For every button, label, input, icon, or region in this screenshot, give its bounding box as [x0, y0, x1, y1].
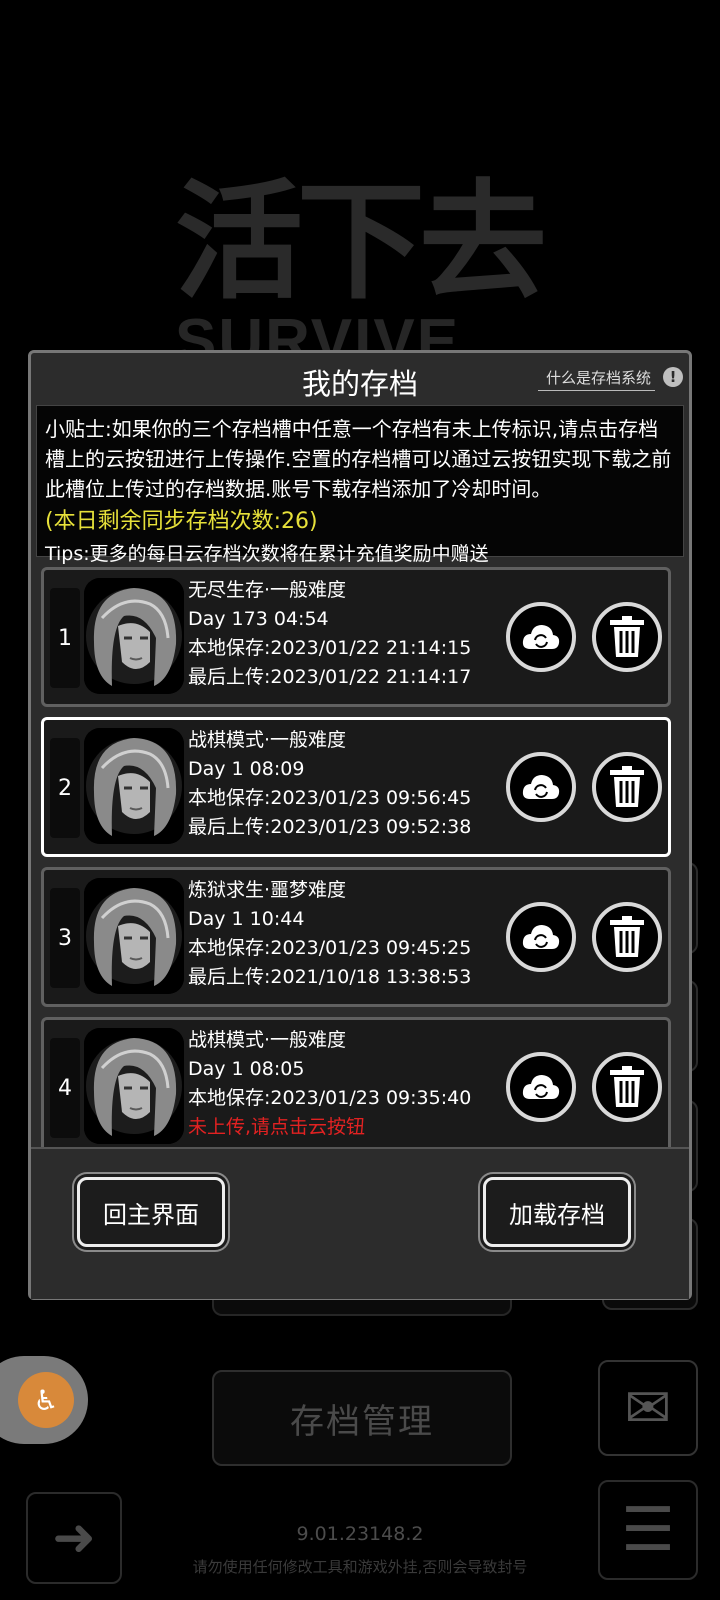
- save-dialog: 我的存档 什么是存档系统 ! 小贴士:如果你的三个存档槽中任意一个存档有未上传标…: [28, 350, 692, 1300]
- slot-local-save: 本地保存:2023/01/23 09:35:40: [188, 1087, 472, 1109]
- slot-info: 炼狱求生·噩梦难度 Day 1 10:44 本地保存:2023/01/23 09…: [188, 876, 488, 992]
- tip-box: 小贴士:如果你的三个存档槽中任意一个存档有未上传标识,请点击存档槽上的云按钮进行…: [36, 405, 684, 565]
- cloud-sync-button[interactable]: [506, 902, 576, 972]
- tip-text: 小贴士:如果你的三个存档槽中任意一个存档有未上传标识,请点击存档槽上的云按钮进行…: [45, 417, 672, 501]
- slot-last-upload: 最后上传:2023/01/22 21:14:17: [188, 666, 472, 688]
- slot-info: 无尽生存·一般难度 Day 173 04:54 本地保存:2023/01/22 …: [188, 576, 488, 692]
- cloud-sync-icon: [522, 1075, 560, 1099]
- save-slot[interactable]: 1 无尽生存·一般难度 Day 173 04:54 本地保存:2023/01/2…: [41, 567, 671, 707]
- save-slot-list[interactable]: 1 无尽生存·一般难度 Day 173 04:54 本地保存:2023/01/2…: [36, 561, 684, 1151]
- slot-day: Day 1 08:05: [188, 1058, 305, 1080]
- delete-button[interactable]: [592, 602, 662, 672]
- slot-info: 战棋模式·一般难度 Day 1 08:09 本地保存:2023/01/23 09…: [188, 726, 488, 842]
- accessibility-button[interactable]: ♿: [0, 1356, 88, 1444]
- save-slot[interactable]: 2 战棋模式·一般难度 Day 1 08:09 本地保存:2023/01/23 …: [41, 717, 671, 857]
- slot-last-upload: 最后上传:2023/01/23 09:52:38: [188, 816, 472, 838]
- game-logo: 活下去 SURVIVE: [175, 167, 555, 376]
- slot-mode: 无尽生存·一般难度: [188, 579, 347, 601]
- home-button[interactable]: 回主界面: [77, 1177, 225, 1247]
- cloud-sync-icon: [522, 625, 560, 649]
- accessibility-icon: ♿: [18, 1372, 74, 1428]
- slot-local-save: 本地保存:2023/01/22 21:14:15: [188, 637, 472, 659]
- character-portrait: [84, 578, 184, 694]
- slot-day: Day 173 04:54: [188, 608, 329, 630]
- delete-button[interactable]: [592, 902, 662, 972]
- delete-button[interactable]: [592, 752, 662, 822]
- slot-number: 3: [50, 888, 80, 988]
- character-portrait: [84, 1028, 184, 1144]
- trash-icon: [610, 766, 644, 807]
- cloud-sync-button[interactable]: [506, 602, 576, 672]
- not-uploaded-warning: 未上传,请点击云按钮: [188, 1116, 366, 1138]
- slot-local-save: 本地保存:2023/01/23 09:56:45: [188, 787, 472, 809]
- cloud-sync-button[interactable]: [506, 1052, 576, 1122]
- slot-mode: 战棋模式·一般难度: [188, 1029, 347, 1051]
- trash-icon: [610, 916, 644, 957]
- slot-day: Day 1 10:44: [188, 908, 305, 930]
- version-label: 9.01.23148.2: [296, 1523, 424, 1545]
- help-link[interactable]: 什么是存档系统: [537, 367, 655, 391]
- cloud-sync-icon: [522, 775, 560, 799]
- cloud-sync-icon: [522, 925, 560, 949]
- mail-icon[interactable]: ✉: [598, 1360, 698, 1456]
- slot-info: 战棋模式·一般难度 Day 1 08:05 本地保存:2023/01/23 09…: [188, 1026, 488, 1142]
- save-slot[interactable]: 3 炼狱求生·噩梦难度 Day 1 10:44 本地保存:2023/01/23 …: [41, 867, 671, 1007]
- cloud-sync-button[interactable]: [506, 752, 576, 822]
- character-portrait: [84, 878, 184, 994]
- delete-button[interactable]: [592, 1052, 662, 1122]
- trash-icon: [610, 616, 644, 657]
- slot-number: 1: [50, 588, 80, 688]
- slot-mode: 战棋模式·一般难度: [188, 729, 347, 751]
- sync-count: (本日剩余同步存档次数:26): [45, 509, 318, 534]
- slot-mode: 炼狱求生·噩梦难度: [188, 879, 347, 901]
- save-management-button[interactable]: 存档管理: [212, 1370, 512, 1466]
- slot-number: 2: [50, 738, 80, 838]
- load-save-button[interactable]: 加载存档: [483, 1177, 631, 1247]
- help-icon[interactable]: !: [663, 367, 683, 387]
- dialog-header: 我的存档 什么是存档系统 !: [31, 353, 689, 405]
- anti-cheat-warning: 请勿使用任何修改工具和游戏外挂,否则会导致封号: [192, 1558, 528, 1576]
- slot-day: Day 1 08:09: [188, 758, 305, 780]
- logo-chinese: 活下去: [175, 167, 547, 317]
- slot-number: 4: [50, 1038, 80, 1138]
- dialog-footer: 回主界面 加载存档: [31, 1147, 689, 1299]
- slot-local-save: 本地保存:2023/01/23 09:45:25: [188, 937, 472, 959]
- save-slot[interactable]: 4 战棋模式·一般难度 Day 1 08:05 本地保存:2023/01/23 …: [41, 1017, 671, 1151]
- trash-icon: [610, 1066, 644, 1107]
- character-portrait: [84, 728, 184, 844]
- slot-last-upload: 最后上传:2021/10/18 13:38:53: [188, 966, 472, 988]
